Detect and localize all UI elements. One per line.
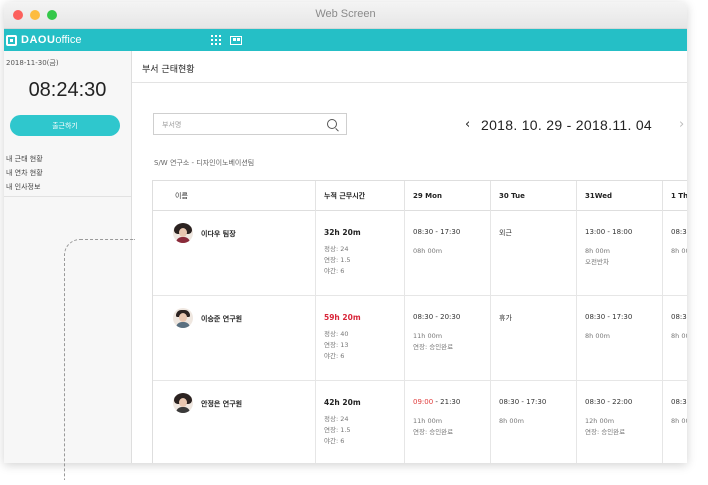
app-logo[interactable]: DAOUoffice (4, 29, 81, 51)
hours-overtime: 연장: 1.5 (324, 426, 351, 434)
day-duration-truncated: 8h 00m (671, 417, 687, 425)
date-range: 2018. 10. 29 - 2018.11. 04 (481, 117, 653, 133)
prev-week-button[interactable]: ‹ (465, 117, 470, 132)
day-time: 08:30 - 20:30 (413, 313, 461, 321)
check-out-time: - 21:30 (433, 398, 461, 406)
title-divider (132, 82, 687, 83)
overtime-approval: 연장: 승인완료 (413, 428, 454, 436)
search-icon[interactable] (327, 119, 337, 129)
avatar (173, 308, 193, 328)
total-hours: 32h 20m (324, 228, 361, 237)
hours-night: 야간: 6 (324, 267, 345, 275)
sidebar-item-my-hr-info[interactable]: 내 인사정보 (6, 180, 43, 194)
hours-normal: 정상: 24 (324, 245, 349, 253)
employee-name: 안정은 연구원 (201, 400, 243, 408)
org-chart-icon[interactable] (230, 36, 242, 45)
day-duration: 8h 00m (499, 417, 524, 425)
day-duration: 8h 00m (585, 247, 610, 255)
day-time: 08:30 - 22:00 (585, 398, 633, 406)
next-week-button[interactable]: › (679, 117, 684, 132)
day-time: 08:30 - 17:30 (413, 228, 461, 236)
day-status: 휴가 (499, 314, 512, 322)
employee-name: 이승준 연구원 (201, 315, 243, 323)
hours-normal: 정상: 24 (324, 415, 349, 423)
day-time: 08:30 - 17:30 (585, 313, 633, 321)
window-titlebar: Web Screen (4, 2, 687, 29)
day-duration-truncated: 8h 00m (671, 332, 687, 340)
overtime-approval: 연장: 승인완료 (413, 343, 454, 351)
day-duration: 11h 00m (413, 332, 443, 340)
decorative-dashed-line (64, 239, 135, 480)
day-duration: 11h 00m (413, 417, 443, 425)
hours-overtime: 연장: 1.5 (324, 256, 351, 264)
search-input[interactable] (154, 114, 324, 136)
table-row[interactable]: 이다우 팀장 32h 20m 정상: 24 연장: 1.5 야간: 6 08:3… (153, 211, 687, 296)
day-time-truncated: 08:30 - 17:30 (671, 313, 687, 321)
day-time-truncated: 08:30 - 17:30 (671, 398, 687, 406)
header-day-tue: 30 Tue (491, 181, 577, 211)
check-in-button[interactable]: 출근하기 (10, 115, 120, 136)
avatar (173, 393, 193, 413)
overtime-approval: 연장: 승인완료 (585, 428, 626, 436)
employee-name: 이다우 팀장 (201, 230, 236, 238)
sidebar-item-my-attendance[interactable]: 내 근태 현황 (6, 152, 43, 166)
logo-icon (6, 34, 17, 46)
sidebar-divider (4, 196, 131, 197)
sidebar-menu: 내 근태 현황 내 연차 현황 내 인사정보 (6, 152, 43, 194)
hours-normal: 정상: 40 (324, 330, 349, 338)
avatar (173, 223, 193, 243)
day-duration: 8h 00m (585, 332, 610, 340)
department-label: S/W 연구소 - 디자인이노베이션팀 (154, 159, 255, 167)
total-hours: 42h 20m (324, 398, 361, 407)
day-note: 오전반차 (585, 258, 609, 266)
table-header: 이름 누적 근무시간 29 Mon 30 Tue 31Wed 1 Thu (153, 181, 687, 211)
day-duration: 12h 00m (585, 417, 615, 425)
day-duration-truncated: 8h 00m (671, 247, 687, 255)
header-total-hours: 누적 근무시간 (316, 181, 405, 211)
header-day-thu: 1 Thu (671, 192, 687, 200)
attendance-table: 이름 누적 근무시간 29 Mon 30 Tue 31Wed 1 Thu 이다우… (152, 180, 687, 463)
day-time: 09:00 - 21:30 (413, 398, 460, 406)
logo-text-bold: DAOU (21, 34, 56, 46)
app-grid-icon[interactable] (211, 35, 221, 45)
header-day-wed: 31Wed (577, 181, 663, 211)
main-content: 부서 근태현황 ‹ 2018. 10. 29 - 2018.11. 04 › S… (132, 51, 687, 463)
day-status: 외근 (499, 229, 512, 237)
page-title: 부서 근태현황 (142, 65, 195, 75)
app-header: DAOUoffice (4, 29, 687, 51)
day-time-truncated: 08:30 - 17:30 (671, 228, 687, 236)
header-name: 이름 (153, 181, 316, 211)
table-row[interactable]: 이승준 연구원 59h 20m 정상: 40 연장: 13 야간: 6 08:3… (153, 296, 687, 381)
total-hours: 59h 20m (324, 313, 361, 322)
window-title: Web Screen (315, 8, 376, 20)
day-duration: 08h 00m (413, 247, 443, 255)
current-clock: 08:24:30 (28, 79, 107, 101)
hours-night: 야간: 6 (324, 352, 345, 360)
hours-overtime: 연장: 13 (324, 341, 349, 349)
header-day-mon: 29 Mon (405, 181, 491, 211)
hours-night: 야간: 6 (324, 437, 345, 445)
day-time: 13:00 - 18:00 (585, 228, 633, 236)
department-search (153, 113, 347, 136)
late-check-in-time: 09:00 (413, 398, 434, 406)
day-time: 08:30 - 17:30 (499, 398, 547, 406)
logo-text-light: office (55, 34, 82, 46)
current-date: 2018-11-30(금) (6, 59, 59, 67)
sidebar-item-my-leave[interactable]: 내 연차 현황 (6, 166, 43, 180)
table-row[interactable]: 안정은 연구원 42h 20m 정상: 24 연장: 1.5 야간: 6 09:… (153, 381, 687, 463)
